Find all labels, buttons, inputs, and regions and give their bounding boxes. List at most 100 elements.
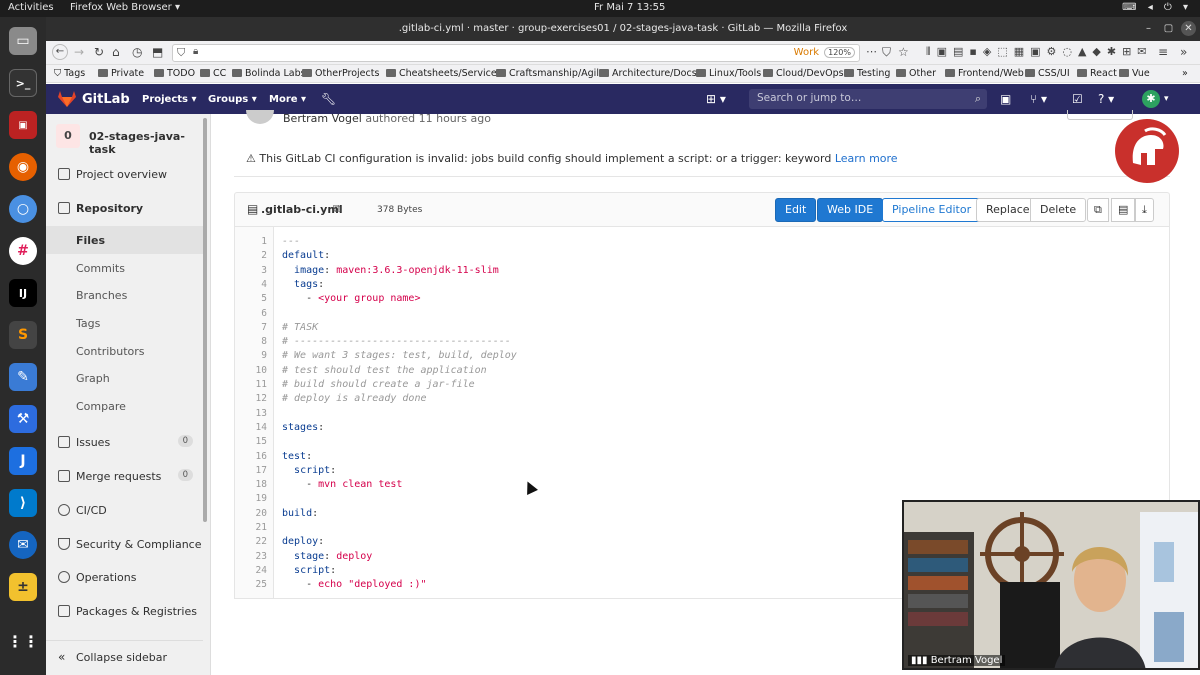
zoom-level[interactable]: 120% [824, 47, 855, 58]
bookmark-item[interactable]: React [1077, 68, 1117, 79]
sidebar-subitem-compare[interactable]: Compare [76, 400, 126, 413]
toolbox-icon[interactable]: ⚒ [9, 405, 37, 433]
sidebar-item-issues[interactable]: Issues 0 [46, 430, 203, 456]
sidebar-subitem-branches[interactable]: Branches [76, 289, 127, 302]
shield-icon[interactable]: ⛉ [177, 46, 185, 60]
line-number[interactable]: 24 [256, 565, 267, 576]
gitlab-brand[interactable]: GitLab [82, 92, 130, 107]
calculator-icon[interactable]: ± [9, 573, 37, 601]
page-actions-icon[interactable]: ⋯ [866, 45, 877, 58]
sidebar-item-cicd[interactable]: CI/CD [46, 498, 203, 524]
intellij-icon[interactable]: IJ [9, 279, 37, 307]
line-number[interactable]: 16 [256, 451, 267, 462]
line-number[interactable]: 18 [256, 479, 267, 490]
bookmark-item[interactable]: Testing [844, 68, 890, 79]
bookmark-item[interactable]: CSS/UI [1025, 68, 1070, 79]
sublime-icon[interactable]: S [9, 321, 37, 349]
line-number[interactable]: 9 [261, 350, 267, 361]
copy-path-icon[interactable]: ⧉ [333, 202, 341, 216]
user-avatar[interactable]: ✱ [1142, 90, 1160, 108]
sidebar-subitem-files[interactable]: Files [76, 234, 105, 247]
bookmark-item[interactable]: Craftsmanship/Agile [496, 68, 605, 79]
thunderbird-icon[interactable]: ✉ [9, 531, 37, 559]
download-icon[interactable]: ⤓ [1135, 198, 1154, 222]
system-tray-icons[interactable]: ⌨ ◂ ⏻ ▾ [1122, 2, 1192, 13]
text-editor-icon[interactable]: ✎ [9, 363, 37, 391]
user-menu-chevron-icon[interactable]: ▾ [1164, 94, 1169, 104]
new-item-icon[interactable]: ⊞ ▾ [706, 92, 726, 106]
bookmarks-overflow-icon[interactable]: » [1182, 68, 1188, 79]
collapse-sidebar-button[interactable]: « Collapse sidebar [46, 640, 203, 675]
screen-recorder-icon[interactable]: ▣ [9, 111, 37, 139]
close-icon[interactable]: ✕ [1181, 21, 1196, 36]
project-avatar[interactable]: 0 [56, 124, 80, 148]
line-number[interactable]: 21 [256, 522, 267, 533]
app-menu[interactable]: Firefox Web Browser ▾ [70, 2, 180, 13]
sidebar-item-repository[interactable]: Repository [46, 196, 203, 222]
pocket-save-icon[interactable]: ⛉ [882, 45, 891, 60]
commit-author[interactable]: Bertram Vogel [283, 112, 362, 125]
bookmark-item[interactable]: Cheatsheets/Services [386, 68, 502, 79]
line-number[interactable]: 20 [256, 508, 267, 519]
line-number[interactable]: 10 [256, 365, 267, 376]
sidebar-item-project-overview[interactable]: Project overview [46, 162, 203, 188]
terminal-icon[interactable]: >_ [9, 69, 37, 97]
nav-more[interactable]: More ▾ [269, 94, 306, 105]
line-number[interactable]: 4 [261, 279, 267, 290]
learn-more-link[interactable]: Learn more [835, 152, 898, 165]
bookmark-item[interactable]: OtherProjects [302, 68, 379, 79]
delete-button[interactable]: Delete [1030, 198, 1087, 222]
history-icon[interactable]: ◷ [132, 45, 142, 59]
sidebar-subitem-commits[interactable]: Commits [76, 262, 125, 275]
maximize-icon[interactable]: ▢ [1161, 21, 1176, 36]
show-apps-icon[interactable]: ⋮⋮ [7, 627, 39, 655]
line-number[interactable]: 15 [256, 436, 267, 447]
sidebar-subitem-contributors[interactable]: Contributors [76, 345, 145, 358]
nav-groups[interactable]: Groups ▾ [208, 94, 257, 105]
line-number[interactable]: 25 [256, 579, 267, 590]
line-number[interactable]: 11 [256, 379, 267, 390]
bookmark-item[interactable]: Other [896, 68, 936, 79]
back-icon[interactable]: ← [52, 44, 68, 60]
sidebar-subitem-graph[interactable]: Graph [76, 372, 110, 385]
sidebar-scrollbar[interactable] [203, 118, 207, 522]
line-number[interactable]: 23 [256, 551, 267, 562]
menu-icon[interactable]: ≡ [1158, 45, 1168, 59]
bookmark-star-icon[interactable]: ☆ [898, 45, 909, 59]
bookmark-item[interactable]: Architecture/Docs [599, 68, 697, 79]
forward-icon[interactable]: → [74, 45, 84, 59]
line-number[interactable]: 12 [256, 393, 267, 404]
bookmark-item[interactable]: Linux/Tools [696, 68, 761, 79]
author-avatar[interactable] [246, 110, 274, 124]
bookmark-item[interactable]: Frontend/Web [945, 68, 1024, 79]
open-raw-icon[interactable]: ▤ [1111, 198, 1136, 222]
chromium-icon[interactable]: ○ [9, 195, 37, 223]
vscode-icon[interactable]: ⟩ [9, 489, 37, 517]
sidebar-item-operations[interactable]: Operations [46, 565, 203, 591]
joplin-icon[interactable]: J [9, 447, 37, 475]
help-icon[interactable]: ? ▾ [1098, 92, 1114, 106]
files-icon[interactable]: ▭ [9, 27, 37, 55]
project-name[interactable]: 02-stages-java-task [89, 130, 210, 156]
minimize-icon[interactable]: – [1141, 21, 1156, 36]
line-number[interactable]: 22 [256, 536, 267, 547]
lock-icon[interactable]: 🔒︎ [193, 46, 198, 57]
line-number[interactable]: 1 [261, 236, 267, 247]
nav-projects[interactable]: Projects ▾ [142, 94, 197, 105]
line-number[interactable]: 3 [261, 265, 267, 276]
bookmark-item[interactable]: Private [98, 68, 144, 79]
merge-requests-icon[interactable]: ⑂ ▾ [1030, 92, 1047, 106]
issues-icon[interactable]: ▣ [1000, 92, 1011, 106]
pocket-icon[interactable]: ⬒ [152, 45, 163, 59]
bookmark-item[interactable]: Bolinda Labs [232, 68, 306, 79]
sidebar-item-merge-requests[interactable]: Merge requests 0 [46, 464, 203, 490]
line-number[interactable]: 7 [261, 322, 267, 333]
bookmark-item[interactable]: Cloud/DevOps [763, 68, 844, 79]
line-number[interactable]: 17 [256, 465, 267, 476]
copy-contents-icon[interactable]: ⧉ [1087, 198, 1109, 222]
sidebar-subitem-tags[interactable]: Tags [76, 317, 100, 330]
web-ide-button[interactable]: Web IDE [817, 198, 884, 222]
reload-icon[interactable]: ↻ [94, 45, 104, 59]
firefox-icon[interactable]: ◉ [9, 153, 37, 181]
line-number[interactable]: 14 [256, 422, 267, 433]
